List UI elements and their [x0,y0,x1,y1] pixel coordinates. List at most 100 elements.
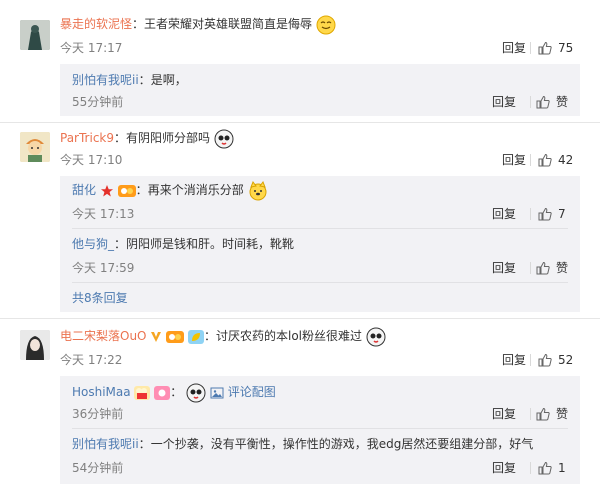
thumb-up-icon [538,353,552,367]
reply-text: 一个抄袭，没有平衡性，操作性的游戏，我edg居然还要组建分部，好气 [150,437,534,451]
dog-emoji-icon [249,180,267,200]
like-count: 75 [558,41,574,55]
thumb-up-icon [538,153,552,167]
reply-author[interactable]: 别怕有我呢ii [72,437,139,451]
comment-author[interactable]: 暴走的软泥怪 [60,17,132,31]
avatar[interactable] [20,330,50,360]
divider [530,42,531,54]
thumb-up-icon [536,95,550,109]
comment-body: 暴走的软泥怪：王者荣耀对英雄联盟简直是侮辱 [60,14,336,35]
reply-author[interactable]: 他与狗_ [72,237,114,251]
smile-emoji-icon [316,15,336,34]
reply-button[interactable]: 回复 [502,152,526,168]
reply-list: HoshiMaa ： 评论配图 36分钟前 回复 赞 别怕有我呢ii：一个抄袭，… [60,376,580,484]
like-button[interactable]: 42 [538,152,573,168]
avatar[interactable] [20,20,50,50]
reply-button[interactable]: 回复 [492,406,516,422]
star-badge-icon [100,184,113,196]
popcorn-badge-icon [134,385,151,400]
like-button[interactable]: 赞 [536,94,568,110]
like-button[interactable]: 赞 [536,406,568,422]
like-count: 42 [558,153,574,167]
comment-body: ParTrick9：有阴阳师分部吗 [60,128,234,149]
divider [530,262,531,274]
avatar-image [20,132,50,162]
divider [530,408,531,420]
divider [530,96,531,108]
comment-image-link[interactable]: 评论配图 [228,385,276,399]
reply-time: 今天 17:59 [72,261,135,275]
like-button[interactable]: 1 [538,460,566,476]
vip-badge-icon [117,184,136,197]
reply-button[interactable]: 回复 [502,352,526,368]
comment-text: 王者荣耀对英雄联盟简直是侮辱 [144,17,313,31]
comment-time: 今天 17:10 [60,153,123,167]
reply-button[interactable]: 回复 [502,40,526,56]
thumb-up-icon [536,261,550,275]
reply-text: 是啊， [150,73,187,87]
thumb-up-icon [538,41,552,55]
like-button[interactable]: 52 [538,352,573,368]
divider [530,462,531,474]
like-label: 赞 [556,261,569,275]
reply-button[interactable]: 回复 [492,94,516,110]
thumb-up-icon [538,207,552,221]
reply-list: 甜化 ：再来个消消乐分部 今天 17:13 回复 7 他与狗_：阴阳师是钱和肝。… [60,176,580,312]
reply-divider [72,228,568,229]
leaf-badge-icon [187,329,204,344]
reply-button[interactable]: 回复 [492,206,516,222]
comment-body: 电二宋梨落OuO ：讨厌农药的本lol粉丝很难过 [60,326,386,347]
reply-body: 甜化 ：再来个消消乐分部 [72,180,268,201]
reply-body: HoshiMaa ： 评论配图 [72,382,276,403]
comment-author[interactable]: ParTrick9 [60,131,114,145]
reply-time: 55分钟前 [72,95,124,109]
comment-text: 讨厌农药的本lol粉丝很难过 [216,329,363,343]
like-label: 赞 [556,407,569,421]
reply-author[interactable]: HoshiMaa [72,385,131,399]
reply-button[interactable]: 回复 [492,260,516,276]
face-emoji-icon [366,327,386,346]
avatar-image [20,20,50,50]
divider [530,354,531,366]
face-emoji-icon [214,129,234,148]
vip-badge-icon [166,330,185,343]
comment-time: 今天 17:17 [60,41,123,55]
reply-author[interactable]: 别怕有我呢ii [72,73,139,87]
reply-time: 今天 17:13 [72,207,135,221]
reply-body: 别怕有我呢ii：一个抄袭，没有平衡性，操作性的游戏，我edg居然还要组建分部，好… [72,437,534,451]
reply-text: 阴阳师是钱和肝。时间耗，靴靴 [126,237,295,251]
pink-badge-icon [154,385,171,400]
image-icon[interactable] [210,386,224,400]
face-emoji-icon [186,383,206,402]
like-count: 7 [558,207,566,221]
thumb-up-icon [536,407,550,421]
like-button[interactable]: 赞 [536,260,568,276]
reply-list: 别怕有我呢ii：是啊， 55分钟前 回复 赞 [60,64,580,116]
reply-time: 36分钟前 [72,407,124,421]
like-count: 52 [558,353,574,367]
reply-divider [72,282,568,283]
more-replies-link[interactable]: 共8条回复 [72,288,128,308]
comment-divider [0,318,600,319]
comment-divider [0,122,600,123]
avatar-image [20,330,50,360]
comment-author[interactable]: 电二宋梨落OuO [60,329,147,343]
reply-text: 再来个消消乐分部 [147,183,244,197]
reply-body: 别怕有我呢ii：是啊， [72,73,187,87]
like-button[interactable]: 75 [538,40,573,56]
divider [530,208,531,220]
verified-v-icon [151,331,162,342]
reply-body: 他与狗_：阴阳师是钱和肝。时间耗，靴靴 [72,237,295,251]
like-button[interactable]: 7 [538,206,566,222]
comment-text: 有阴阳师分部吗 [126,131,211,145]
avatar[interactable] [20,132,50,162]
thumb-up-icon [538,461,552,475]
like-count: 1 [558,461,566,475]
comment-time: 今天 17:22 [60,353,123,367]
reply-button[interactable]: 回复 [492,460,516,476]
reply-author[interactable]: 甜化 [72,183,96,197]
reply-divider [72,428,568,429]
reply-time: 54分钟前 [72,461,124,475]
like-label: 赞 [556,95,569,109]
divider [530,154,531,166]
